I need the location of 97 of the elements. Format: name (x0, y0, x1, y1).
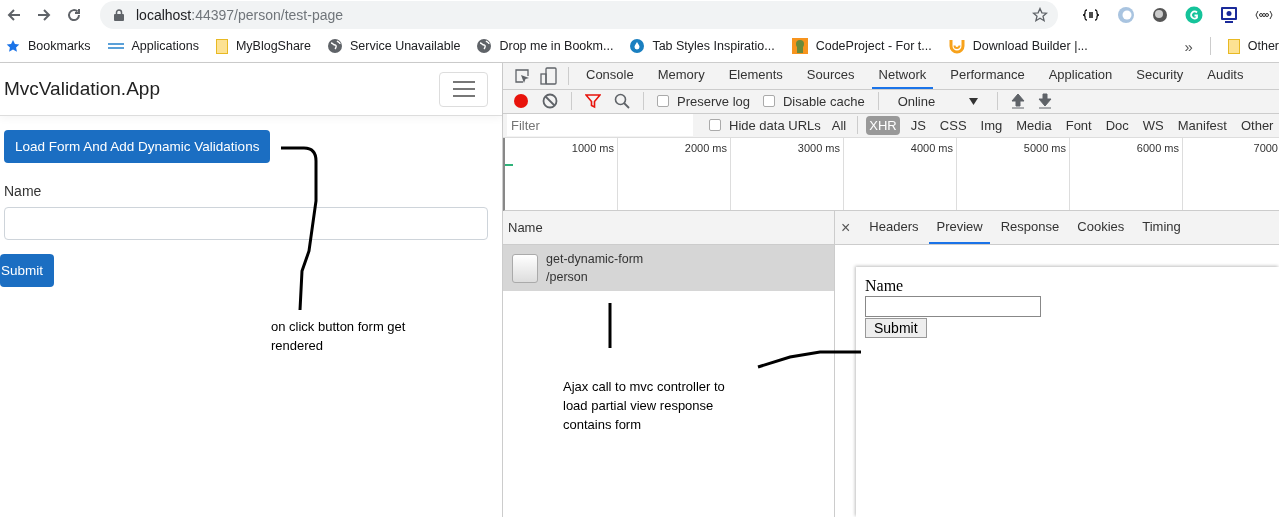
type-filter-button[interactable]: All (828, 115, 850, 135)
bookmark-item[interactable]: Other (1227, 38, 1279, 54)
close-button[interactable]: × (841, 218, 859, 237)
devtools-tab[interactable]: Console (579, 63, 641, 89)
time-tick-label: 5000 ms (1023, 141, 1066, 156)
checkbox[interactable] (657, 95, 669, 108)
reload-icon[interactable] (66, 7, 82, 23)
monitor-extension-icon[interactable] (1220, 6, 1238, 24)
time-tick-label: 2000 ms (684, 141, 727, 156)
devtools-tab[interactable]: Performance (943, 63, 1032, 89)
globe-icon (328, 39, 342, 53)
throttle-dropdown[interactable]: Online (891, 93, 985, 109)
detail-tab[interactable]: Cookies (1070, 211, 1132, 244)
type-filter-button[interactable]: Media (1013, 115, 1055, 135)
type-filter-button[interactable]: Manifest (1174, 115, 1230, 135)
time-tick-label: 6000 ms (1136, 141, 1179, 156)
brand-title[interactable]: MvcValidation.App (4, 78, 160, 100)
type-filter-button[interactable]: Img (977, 115, 1006, 135)
upload-icon[interactable] (1011, 93, 1026, 110)
folder-icon (215, 38, 228, 54)
field-label: Name (4, 183, 42, 199)
preview-label: Name (865, 277, 904, 295)
filter-input-field[interactable]: Filter (507, 114, 693, 137)
checkbox-label: Preserve log (677, 93, 750, 109)
devtools-tab[interactable]: Security (1129, 63, 1191, 89)
lock-icon (114, 9, 124, 21)
detail-tab[interactable]: Headers (862, 211, 926, 244)
detail-tab[interactable]: Preview (929, 211, 990, 244)
braces-extension-icon[interactable] (1082, 9, 1100, 21)
globe-icon (477, 39, 492, 53)
request-row[interactable]: get-dynamic-form /person (503, 245, 834, 291)
star-icon (6, 39, 20, 53)
annotation-text: Ajax call to mvc controller to load partial view response contains form (563, 378, 726, 434)
devtools-tab[interactable]: Network (871, 63, 934, 89)
devtools-tab[interactable]: Audits (1200, 63, 1251, 89)
time-tick-label: 3000 ms (797, 141, 840, 156)
drop-icon (630, 39, 645, 53)
annotation-text: on click button form get rendered (271, 318, 407, 355)
star-icon[interactable] (1032, 7, 1048, 23)
devtools-tab[interactable]: Application (1041, 63, 1120, 89)
checkbox[interactable] (709, 119, 721, 132)
bookmark-item[interactable]: Bookmarks (6, 39, 91, 53)
devtools-tab[interactable]: Memory (650, 63, 712, 89)
circle-extension-icon[interactable] (1152, 7, 1168, 23)
address-bar[interactable]: localhost:44397/person/test-page (100, 1, 1058, 29)
bookmark-item[interactable]: Tab Styles Inspiratio... (630, 39, 775, 53)
preview-submit-button[interactable]: Submit (865, 318, 927, 338)
bookmark-item[interactable]: CodeProject - For t... (791, 38, 932, 54)
smile-logo-icon (948, 38, 965, 54)
filter-icon[interactable] (585, 93, 601, 110)
checkbox[interactable] (763, 95, 775, 108)
graphql-extension-icon[interactable] (1255, 10, 1273, 20)
type-filter-button[interactable]: Other (1237, 115, 1277, 135)
detail-tab[interactable]: Response (993, 211, 1067, 244)
column-header: Name (503, 211, 834, 245)
inspect-icon[interactable] (514, 67, 530, 84)
load-form-button[interactable]: Load Form And Add Dynamic Validations (4, 130, 271, 163)
preview-input-field[interactable] (865, 296, 1041, 317)
time-tick-label: 1000 ms (571, 141, 614, 156)
menu-button[interactable] (439, 71, 488, 107)
submit-button[interactable]: Submit (0, 254, 55, 287)
request-path: /person (546, 270, 589, 284)
checkbox-label: Disable cache (783, 93, 865, 109)
type-filter-button[interactable]: WS (1139, 115, 1167, 135)
bookmark-item[interactable]: Download Builder |... (948, 38, 1088, 54)
devtools-tab[interactable]: Sources (799, 63, 862, 89)
annotation-line (608, 303, 612, 348)
bookmark-item[interactable]: Service Unavailable (328, 39, 461, 53)
request-bar (505, 163, 513, 166)
forward-icon[interactable] (36, 7, 52, 23)
bookmark-item[interactable]: MyBlogShare (215, 38, 311, 54)
time-tick-label: 4000 ms (910, 141, 953, 156)
type-filter-button[interactable]: CSS (936, 115, 970, 135)
time-tick-label: 7000 (1253, 141, 1278, 156)
document-icon (512, 253, 538, 283)
mascot-icon (791, 38, 808, 54)
folder-icon (1227, 38, 1240, 54)
back-icon[interactable] (6, 7, 22, 23)
bookmark-item[interactable]: Drop me in Bookm... (477, 39, 614, 53)
bookmark-item[interactable]: Applications (107, 39, 199, 53)
dropdown-caret-icon (969, 97, 979, 105)
type-filter-button[interactable]: Font (1062, 115, 1095, 135)
request-name: get-dynamic-form (546, 252, 644, 266)
clear-icon[interactable] (542, 93, 558, 110)
search-icon[interactable] (614, 93, 630, 110)
detail-tab[interactable]: Timing (1135, 211, 1188, 244)
device-icon[interactable] (540, 66, 558, 85)
menu-icon (452, 81, 475, 97)
record-icon[interactable] (513, 93, 529, 110)
name-input-field[interactable] (4, 207, 488, 240)
more-bookmarks-button[interactable]: » (1184, 37, 1193, 55)
download-icon[interactable] (1038, 93, 1053, 110)
type-filter-button[interactable]: Doc (1102, 115, 1132, 135)
type-filter-button[interactable]: JS (907, 115, 929, 135)
checkbox-label: Hide data URLs (729, 117, 821, 133)
grid-logo-icon (107, 42, 124, 50)
devtools-tab[interactable]: Elements (721, 63, 790, 89)
